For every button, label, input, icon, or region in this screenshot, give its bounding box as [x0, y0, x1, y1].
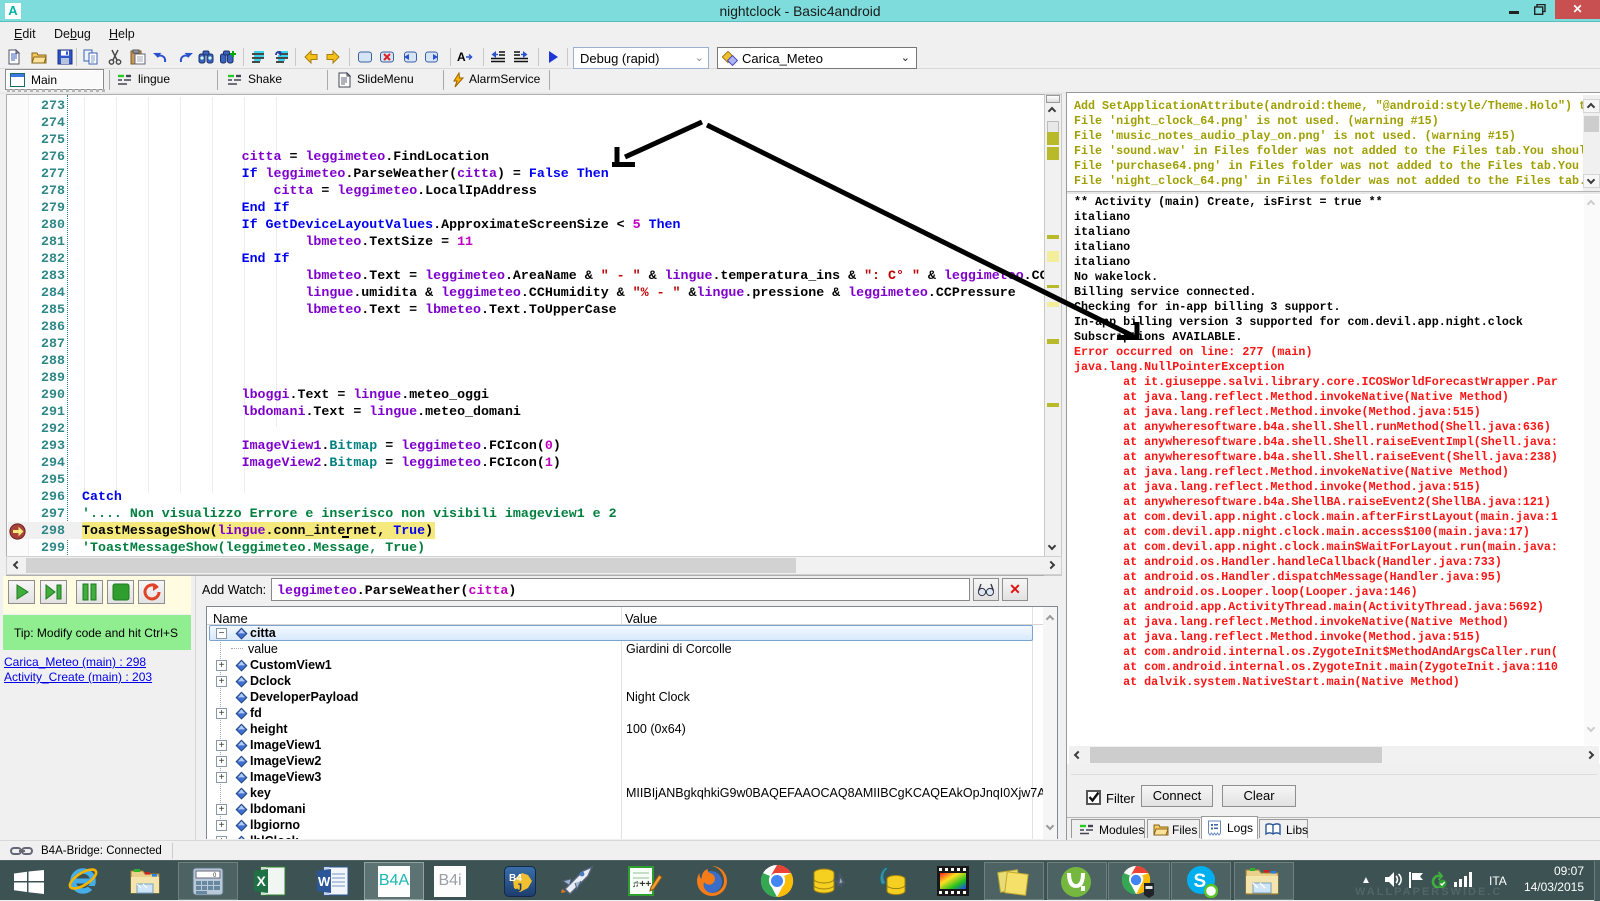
svg-text:W: W: [318, 874, 331, 889]
svg-text:X: X: [257, 873, 267, 889]
svg-text:A: A: [457, 50, 466, 64]
svg-text:♫++: ♫++: [632, 879, 651, 890]
svg-text:J: J: [516, 882, 522, 894]
